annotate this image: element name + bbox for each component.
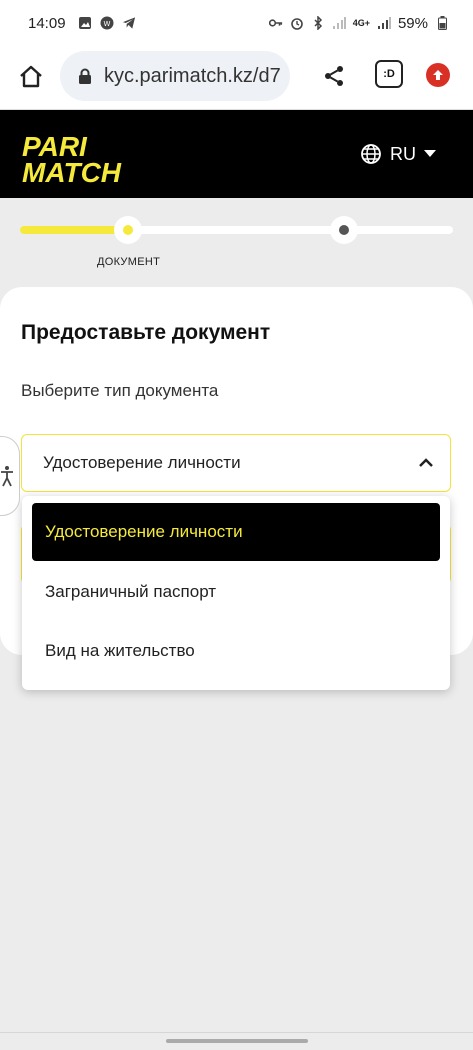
progress-track <box>20 226 453 234</box>
status-bar: 14:09 W 4G+ 59% <box>0 0 473 46</box>
site-header: PARI MATCH RU <box>0 110 473 198</box>
accessibility-icon <box>1 466 13 487</box>
language-label: RU <box>390 143 416 164</box>
gesture-bar[interactable] <box>166 1039 308 1043</box>
lock-icon <box>76 67 94 85</box>
globe-icon <box>361 144 381 164</box>
accessibility-button[interactable] <box>0 436 20 516</box>
battery-icon <box>435 16 449 30</box>
option-label: Вид на жительство <box>45 641 195 660</box>
app-notification-icon: W <box>100 16 114 30</box>
logo-line2: MATCH <box>22 157 122 188</box>
step-label: ДОКУМЕНТ <box>97 256 161 268</box>
logo-graphic: PARI MATCH <box>22 131 122 188</box>
browser-toolbar: kyc.parimatch.kz/d7 :D <box>0 46 473 110</box>
share-icon <box>325 66 343 86</box>
option-residence-permit[interactable]: Вид на жительство <box>32 622 440 680</box>
progress-fill <box>20 226 127 234</box>
gallery-icon <box>78 16 92 30</box>
document-type-dropdown: Удостоверение личности Заграничный паспо… <box>22 496 450 690</box>
telegram-icon <box>122 16 136 30</box>
share-button[interactable] <box>318 60 350 92</box>
address-bar[interactable]: kyc.parimatch.kz/d7 <box>60 51 290 101</box>
battery-percent: 59% <box>397 14 428 32</box>
key-icon <box>268 16 283 30</box>
url-text: kyc.parimatch.kz/d7 <box>104 64 281 87</box>
arrow-up-icon <box>433 70 443 80</box>
option-label: Заграничный паспорт <box>45 582 217 601</box>
step-dot-next <box>330 216 358 244</box>
card-subtitle: Выберите тип документа <box>21 381 219 400</box>
tab-indicator: :D <box>383 68 395 80</box>
bottom-divider <box>0 1032 473 1033</box>
status-time: 14:09 <box>28 14 66 32</box>
progress-stepper: ДОКУМЕНТ <box>0 212 473 272</box>
bluetooth-icon <box>311 16 325 30</box>
option-label: Удостоверение личности <box>45 522 243 541</box>
signal-icon <box>332 16 346 30</box>
option-passport[interactable]: Заграничный паспорт <box>32 563 440 621</box>
alarm-icon <box>290 16 304 30</box>
home-icon <box>20 65 42 88</box>
svg-text:W: W <box>103 20 110 28</box>
language-selector[interactable]: RU <box>360 140 436 168</box>
parimatch-logo[interactable]: PARI MATCH <box>20 128 180 188</box>
card-title: Предоставьте документ <box>21 321 271 344</box>
home-button[interactable] <box>14 60 48 94</box>
select-value: Удостоверение личности <box>43 453 241 472</box>
caret-down-icon <box>424 150 436 157</box>
network-type: 4G+ <box>352 18 370 28</box>
chevron-up-icon <box>419 458 433 467</box>
step-dot-current <box>114 216 142 244</box>
signal-icon-2 <box>377 16 391 30</box>
update-button[interactable] <box>426 63 450 87</box>
document-type-select[interactable]: Удостоверение личности <box>21 434 451 492</box>
tabs-button[interactable]: :D <box>375 60 403 88</box>
option-id-card[interactable]: Удостоверение личности <box>32 503 440 561</box>
